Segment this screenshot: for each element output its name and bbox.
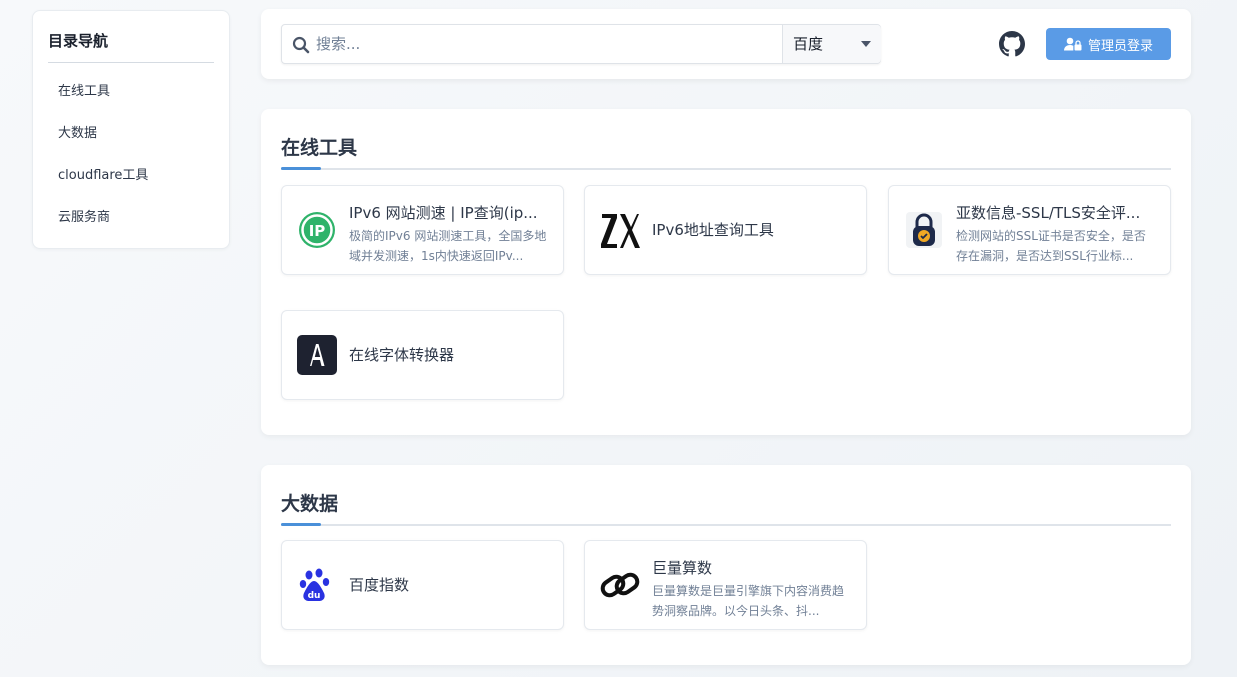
section-divider (281, 524, 1171, 526)
admin-login-button[interactable]: 管理员登录 (1046, 28, 1171, 60)
card-description: 极简的IPv6 网站测速工具，全国多地域并发测速，1s内快速返回IPv... (349, 229, 547, 263)
card-title: 巨量算数 (652, 559, 713, 577)
card-title: IPv6 网站测速 | IP查询(ip... (349, 204, 538, 222)
sidebar-item-cloud-providers[interactable]: 云服务商 (48, 197, 214, 239)
user-lock-icon (1063, 37, 1082, 51)
header: 百度 管理员登录 (261, 9, 1191, 79)
section-divider-accent (281, 523, 321, 526)
page: 目录导航 在线工具 大数据 cloudflare工具 云服务商 百度 (0, 0, 1237, 677)
card-title: 在线字体转换器 (349, 346, 455, 364)
sidebar-item-big-data[interactable]: 大数据 (48, 113, 214, 155)
card-title: IPv6地址查询工具 (652, 221, 774, 239)
zx-logo-icon (601, 214, 640, 248)
search-engine-select[interactable]: 百度 (782, 25, 881, 63)
sidebar-list: 在线工具 大数据 cloudflare工具 云服务商 (48, 71, 214, 239)
card-title: 亚数信息-SSL/TLS安全评... (956, 204, 1141, 222)
section-title: 大数据 (281, 493, 339, 515)
search-engine-label: 百度 (793, 35, 824, 53)
tool-card-ssl-check[interactable]: 亚数信息-SSL/TLS安全评... 检测网站的SSL证书是否安全，是否存在漏洞… (888, 185, 1171, 275)
ssl-lock-icon (906, 212, 942, 248)
section-title: 在线工具 (281, 137, 358, 159)
section-big-data: 大数据 du 百度指数 巨量算数 巨量算数是巨量引擎旗下内容消费趋势洞察品牌。以… (261, 465, 1191, 665)
sidebar-title: 目录导航 (48, 11, 214, 63)
search-input[interactable] (316, 25, 776, 63)
tool-card-ipv6-speedtest[interactable]: IP IPv6 网站测速 | IP查询(ip... 极简的IPv6 网站测速工具… (281, 185, 564, 275)
svg-text:IP: IP (309, 222, 326, 240)
card-description: 巨量算数是巨量引擎旗下内容消费趋势洞察品牌。以今日头条、抖... (652, 584, 845, 618)
github-icon[interactable] (999, 31, 1025, 57)
tool-card-font-converter[interactable]: 在线字体转换器 (281, 310, 564, 400)
search-box: 百度 (281, 24, 881, 64)
search-icon (292, 36, 310, 54)
card-description: 检测网站的SSL证书是否安全，是否存在漏洞，是否达到SSL行业标... (956, 229, 1146, 263)
admin-login-label: 管理员登录 (1087, 38, 1153, 54)
section-divider-accent (281, 167, 321, 170)
sidebar-item-online-tools[interactable]: 在线工具 (48, 71, 214, 113)
card-title: 百度指数 (349, 576, 410, 594)
tool-card-baidu-index[interactable]: du 百度指数 (281, 540, 564, 630)
ip-logo-icon: IP (299, 212, 335, 248)
baidu-paw-icon: du (299, 568, 330, 601)
font-a-icon (297, 335, 337, 375)
tool-card-juliang-suanshu[interactable]: 巨量算数 巨量算数是巨量引擎旗下内容消费趋势洞察品牌。以今日头条、抖... (584, 540, 867, 630)
section-divider (281, 168, 1171, 170)
sidebar-item-cloudflare-tools[interactable]: cloudflare工具 (48, 155, 214, 197)
svg-text:du: du (308, 591, 321, 601)
chain-link-icon (600, 572, 640, 598)
tool-card-ipv6-lookup[interactable]: IPv6地址查询工具 (584, 185, 867, 275)
chevron-down-icon (861, 41, 871, 47)
section-online-tools: 在线工具 IP IPv6 网站测速 | IP查询(ip... 极简的IPv6 网… (261, 109, 1191, 435)
sidebar: 目录导航 在线工具 大数据 cloudflare工具 云服务商 (32, 10, 230, 249)
